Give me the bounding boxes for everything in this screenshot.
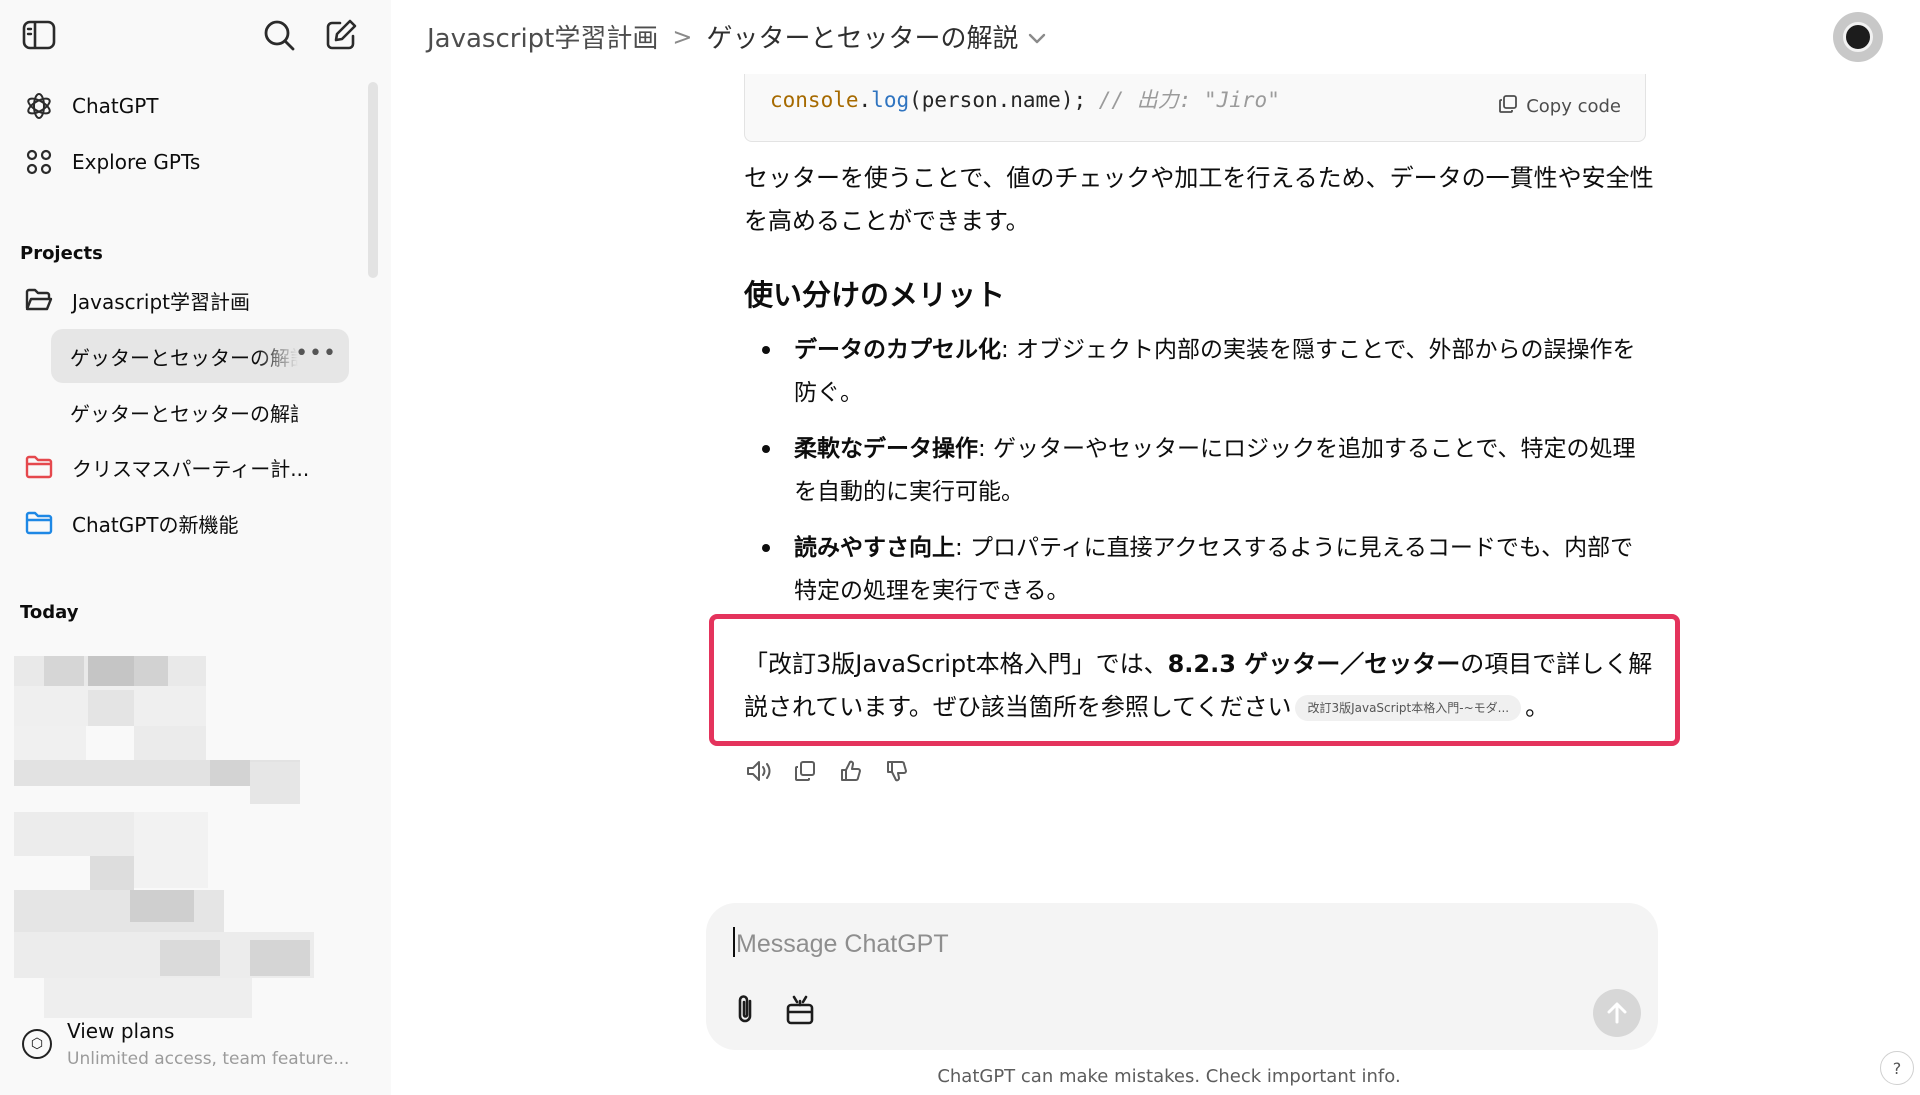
- sidebar-item-label: ChatGPT: [72, 94, 159, 118]
- code-line: console.log(person.name); // 出力: "Jiro": [770, 84, 1280, 114]
- bullet-dot: [762, 445, 770, 453]
- folder-open-icon: [24, 285, 54, 315]
- setter-paragraph: セッターを使うことで、値のチェックや加工を行えるため、データの一貫性や安全性を高…: [744, 164, 1654, 235]
- code-token-dot: .: [858, 88, 872, 112]
- section-heading: 使い分けのメリット: [744, 278, 1006, 312]
- arrow-up-icon: [1607, 1002, 1627, 1024]
- openai-logo-icon: [24, 91, 54, 121]
- copy-icon: [1498, 94, 1518, 119]
- disclaimer-text: ChatGPT can make mistakes. Check importa…: [937, 1066, 1401, 1087]
- sidebar-item-label: Explore GPTs: [72, 150, 201, 174]
- list-item-term: 読みやすさ向上: [794, 535, 955, 561]
- search-icon[interactable]: [262, 18, 296, 52]
- code-token-function: log: [871, 88, 910, 112]
- copy-code-label: Copy code: [1526, 96, 1621, 117]
- code-token-object: console: [770, 88, 859, 112]
- more-options-icon[interactable]: •••: [295, 341, 337, 366]
- list-item: データのカプセル化: オブジェクト内部の実装を隠すことで、外部からの誤操作を防ぐ…: [744, 329, 1654, 415]
- disclaimer: ChatGPT can make mistakes. Check importa…: [0, 1066, 1920, 1087]
- avatar[interactable]: [1833, 12, 1883, 62]
- help-button[interactable]: ?: [1880, 1051, 1914, 1085]
- message-composer: [706, 903, 1658, 1050]
- sidebar-chat-item[interactable]: ゲッターとセッターの解説: [51, 385, 349, 439]
- chat-item-label: ゲッターとセッターの解説: [70, 345, 298, 370]
- upgrade-icon: ⬡: [22, 1029, 52, 1059]
- tools-icon[interactable]: [784, 993, 816, 1027]
- copy-code-button[interactable]: Copy code: [1498, 94, 1621, 119]
- sidebar-project-christmas[interactable]: クリスマスパーティー計...: [14, 443, 348, 491]
- list-item: 柔軟なデータ操作: ゲッターやセッターにロジックを追加することで、特定の処理を自…: [744, 428, 1654, 514]
- citation-chip[interactable]: 改訂3版JavaScript本格入門-~モダ...: [1295, 695, 1522, 721]
- folder-icon: [24, 452, 54, 482]
- thumbs-up-icon[interactable]: [836, 756, 866, 786]
- grid-icon: [24, 147, 54, 177]
- thumbs-down-icon[interactable]: [882, 756, 912, 786]
- header: Javascript学習計画 > ゲッターとセッターの解説: [391, 0, 1920, 74]
- sidebar-chat-item-active[interactable]: ゲッターとセッターの解説 •••: [51, 329, 349, 383]
- list-item: 読みやすさ向上: プロパティに直接アクセスするように見えるコードでも、内部で特定…: [744, 527, 1654, 613]
- copy-icon[interactable]: [790, 756, 820, 786]
- list-item-term: データのカプセル化: [794, 337, 1001, 363]
- attach-icon[interactable]: [730, 993, 760, 1027]
- sidebar-project-chatgpt-new[interactable]: ChatGPTの新機能: [14, 499, 348, 547]
- bullet-dot: [762, 544, 770, 552]
- reference-paragraph: 「改訂3版JavaScript本格入門」では、8.2.3 ゲッター／セッターの項…: [744, 643, 1656, 729]
- breadcrumb-separator: >: [672, 22, 693, 51]
- sidebar-item-label: クリスマスパーティー計...: [72, 456, 310, 481]
- code-block: console.log(person.name); // 出力: "Jiro" …: [744, 74, 1646, 142]
- chevron-down-icon[interactable]: [1027, 22, 1047, 52]
- chat-item-label: ゲッターとセッターの解説: [70, 401, 298, 426]
- sidebar-item-explore-gpts[interactable]: Explore GPTs: [14, 138, 348, 186]
- read-aloud-icon[interactable]: [744, 756, 774, 786]
- message-actions: [744, 756, 928, 786]
- bullet-dot: [762, 346, 770, 354]
- chat-title[interactable]: ゲッターとセッターの解説: [706, 18, 1018, 55]
- message-input[interactable]: [734, 921, 1538, 967]
- view-plans-title: View plans: [67, 1019, 175, 1043]
- reference-end: 。: [1525, 693, 1550, 721]
- sidebar: ChatGPT Explore GPTs Projects Javascript…: [0, 0, 391, 1095]
- list-item-term: 柔軟なデータ操作: [794, 436, 978, 462]
- reference-prefix: 「改訂3版JavaScript本格入門」では、: [744, 650, 1168, 678]
- sidebar-toggle-icon[interactable]: [22, 20, 56, 50]
- code-token-comment: // 出力: "Jiro": [1098, 88, 1280, 112]
- code-token-args: (person.name);: [909, 88, 1099, 112]
- today-heading: Today: [20, 602, 79, 623]
- breadcrumb: Javascript学習計画 > ゲッターとセッターの解説: [427, 18, 1047, 55]
- sidebar-item-chatgpt[interactable]: ChatGPT: [14, 82, 348, 130]
- sidebar-scrollbar[interactable]: [368, 82, 378, 278]
- projects-heading: Projects: [20, 243, 103, 264]
- reference-section: 8.2.3 ゲッター／セッター: [1167, 650, 1461, 678]
- breadcrumb-project[interactable]: Javascript学習計画: [427, 18, 658, 55]
- sidebar-project-javascript[interactable]: Javascript学習計画: [14, 276, 348, 324]
- folder-icon: [24, 508, 54, 538]
- sidebar-item-label: Javascript学習計画: [72, 289, 250, 314]
- sidebar-item-label: ChatGPTの新機能: [72, 512, 239, 537]
- new-chat-icon[interactable]: [324, 18, 358, 52]
- send-button[interactable]: [1593, 989, 1641, 1037]
